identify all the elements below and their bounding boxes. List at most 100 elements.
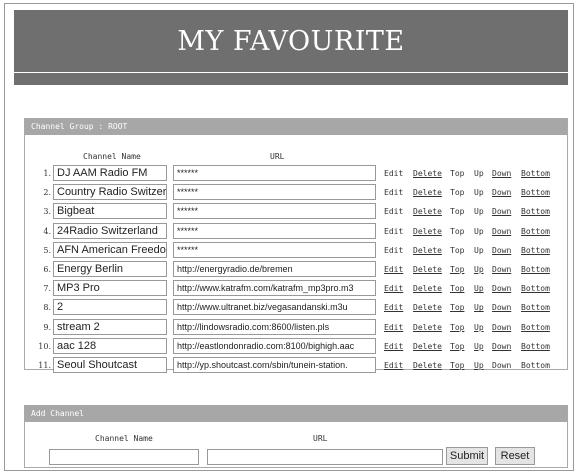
move-up-link[interactable]: Up	[474, 356, 484, 375]
channel-row: 9. stream 2 http://lindowsradio.com:8600/l…	[25, 318, 569, 337]
channel-url-field[interactable]: http://eastlondonradio.com:8100/bighigh.…	[173, 337, 376, 354]
move-bottom-link[interactable]: Bottom	[521, 279, 550, 298]
move-bottom-link[interactable]: Bottom	[521, 202, 550, 221]
move-down-link[interactable]: Down	[492, 164, 511, 183]
add-channel-name-label: Channel Name	[95, 434, 153, 443]
edit-link[interactable]: Edit	[384, 356, 403, 375]
move-bottom-link[interactable]: Bottom	[521, 298, 550, 317]
channel-name-field[interactable]: Country Radio Switzerlar	[53, 184, 167, 201]
move-up-link[interactable]: Up	[474, 318, 484, 337]
edit-link: Edit	[384, 188, 404, 198]
move-down-link[interactable]: Down	[492, 318, 511, 337]
move-down-link[interactable]: Down	[492, 202, 511, 221]
channel-row: 6. Energy Berlin http://energyradio.de/bre…	[25, 260, 569, 279]
move-top-link[interactable]: Top	[450, 298, 464, 317]
move-bottom-link[interactable]: Bottom	[521, 183, 550, 202]
move-down-link[interactable]: Down	[492, 337, 511, 356]
move-up-link[interactable]: Up	[474, 260, 484, 279]
move-top-link: Top	[450, 245, 465, 255]
channel-row: 1. DJ AAM Radio FM ****** Edit Delete Top Up Do…	[25, 164, 569, 183]
reset-button[interactable]: Reset	[495, 447, 535, 465]
row-number: 4.	[43, 226, 51, 236]
delete-link[interactable]: Delete	[413, 164, 442, 183]
delete-link[interactable]: Delete	[413, 260, 442, 279]
channel-name-field[interactable]: AFN American Freedom	[53, 241, 167, 258]
move-top-link[interactable]: Top	[450, 356, 464, 375]
channel-row: 5. AFN American Freedom ****** Edit Delete To…	[25, 241, 569, 260]
move-top-link[interactable]: Top	[450, 337, 464, 356]
channel-name-field[interactable]: aac 128	[53, 337, 167, 354]
row-number: 6.	[43, 265, 51, 274]
url-column-header: URL	[270, 152, 285, 161]
delete-link[interactable]: Delete	[413, 241, 442, 260]
delete-link[interactable]: Delete	[413, 279, 442, 298]
channel-url-field[interactable]: ******	[173, 203, 376, 220]
move-down-link[interactable]: Down	[492, 222, 511, 241]
delete-link[interactable]: Delete	[413, 356, 442, 375]
channel-url-field[interactable]: ******	[173, 241, 376, 258]
edit-link[interactable]: Edit	[384, 337, 403, 356]
move-up-link: Up	[474, 169, 484, 178]
row-number: 2.	[43, 188, 51, 198]
channel-row: 3. Bigbeat ****** Edit Delete Top Up Down Bottom	[25, 202, 569, 221]
edit-link: Edit	[384, 226, 404, 236]
delete-link[interactable]: Delete	[413, 298, 442, 317]
channel-url-field[interactable]: ******	[173, 184, 376, 201]
delete-link[interactable]: Delete	[413, 318, 442, 337]
channel-name-field[interactable]: Energy Berlin	[53, 261, 167, 277]
channel-group-header: Channel Group : ROOT	[25, 119, 567, 135]
move-bottom-link[interactable]: Bottom	[521, 241, 550, 260]
delete-link[interactable]: Delete	[413, 202, 442, 221]
edit-link[interactable]: Edit	[384, 279, 403, 298]
move-bottom-link[interactable]: Bottom	[521, 337, 550, 356]
move-down-link[interactable]: Down	[492, 279, 511, 298]
add-url-label: URL	[313, 434, 328, 443]
add-url-input[interactable]	[207, 449, 443, 465]
edit-link: Edit	[384, 169, 404, 178]
channel-url-field[interactable]: http://www.katrafm.com/katrafm_mp3pro.m3	[173, 280, 376, 297]
channel-name-field[interactable]: MP3 Pro	[53, 280, 167, 297]
channel-name-field[interactable]: 2	[53, 299, 167, 316]
channel-url-field[interactable]: http://www.ultranet.biz/vegasandanski.m3…	[173, 299, 376, 316]
title-divider	[14, 73, 568, 85]
channel-url-field[interactable]: ******	[173, 165, 376, 181]
channel-name-field[interactable]: Seoul Shoutcast	[53, 357, 167, 373]
channel-name-field[interactable]: Bigbeat	[53, 203, 167, 220]
move-bottom-link[interactable]: Bottom	[521, 222, 550, 241]
channel-url-field[interactable]: http://yp.shoutcast.com/sbin/tunein-stat…	[173, 357, 376, 373]
move-down-link[interactable]: Down	[492, 298, 511, 317]
delete-link[interactable]: Delete	[413, 183, 442, 202]
move-up-link: Up	[474, 188, 484, 198]
channel-url-field[interactable]: ******	[173, 222, 376, 239]
edit-link[interactable]: Edit	[384, 318, 403, 337]
move-bottom-link[interactable]: Bottom	[521, 318, 550, 337]
channel-url-field[interactable]: http://energyradio.de/bremen	[173, 261, 376, 277]
move-down-link[interactable]: Down	[492, 241, 511, 260]
move-top-link[interactable]: Top	[450, 318, 464, 337]
move-bottom-link[interactable]: Bottom	[521, 260, 550, 279]
row-number: 1.	[43, 169, 51, 178]
edit-link[interactable]: Edit	[384, 298, 403, 317]
move-top-link[interactable]: Top	[450, 279, 464, 298]
move-up-link[interactable]: Up	[474, 298, 484, 317]
add-channel-name-input[interactable]	[49, 449, 199, 465]
channel-url-field[interactable]: http://lindowsradio.com:8600/listen.pls	[173, 318, 376, 335]
row-number: 5.	[43, 245, 51, 255]
move-down-link[interactable]: Down	[492, 260, 511, 279]
move-top-link: Top	[450, 188, 465, 198]
move-up-link: Up	[474, 245, 484, 255]
channel-name-field[interactable]: DJ AAM Radio FM	[53, 165, 167, 181]
move-up-link[interactable]: Up	[474, 279, 484, 298]
move-top-link: Top	[450, 207, 465, 217]
edit-link[interactable]: Edit	[384, 260, 403, 279]
channel-name-field[interactable]: 24Radio Switzerland	[53, 222, 167, 239]
delete-link[interactable]: Delete	[413, 337, 442, 356]
move-top-link[interactable]: Top	[450, 260, 464, 279]
submit-button[interactable]: Submit	[446, 447, 488, 465]
move-bottom-link[interactable]: Bottom	[521, 164, 550, 183]
move-up-link[interactable]: Up	[474, 337, 484, 356]
channel-name-field[interactable]: stream 2	[53, 318, 167, 335]
delete-link[interactable]: Delete	[413, 222, 442, 241]
move-down-link[interactable]: Down	[492, 183, 511, 202]
row-number: 7.	[43, 284, 51, 294]
